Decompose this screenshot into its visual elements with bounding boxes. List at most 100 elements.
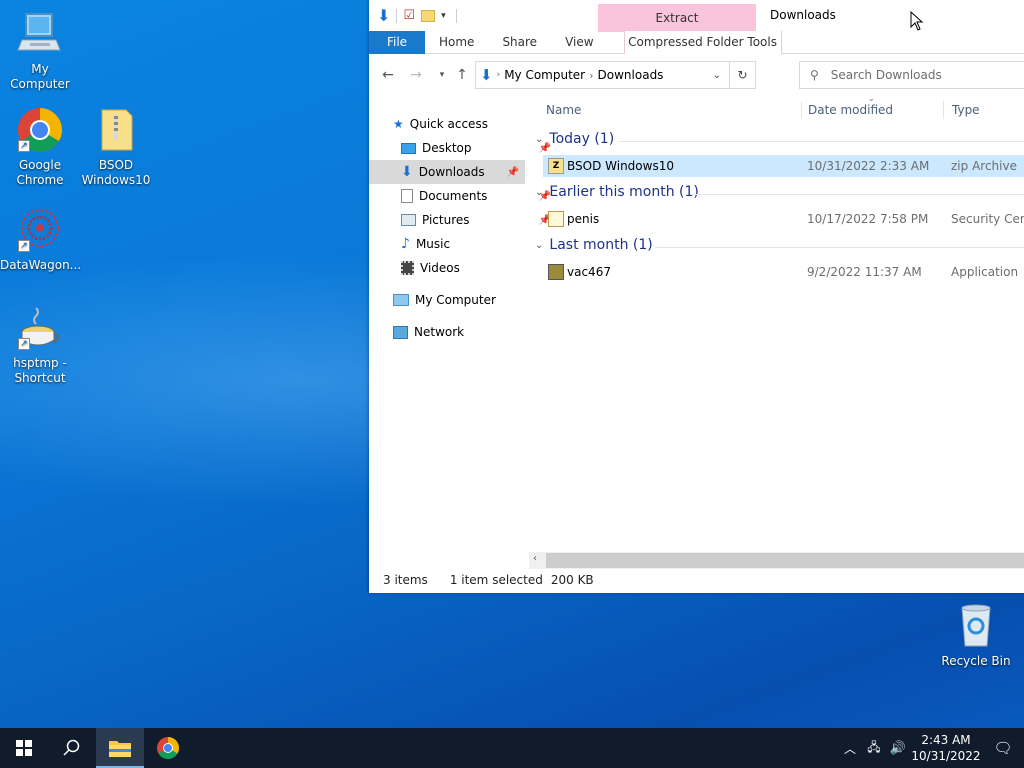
nav-music[interactable]: ♪ Music bbox=[401, 232, 557, 256]
file-type: zip Archive bbox=[951, 159, 1017, 173]
desktop-icon-bsod-folder[interactable]: BSOD Windows10 bbox=[76, 106, 156, 188]
column-header-label: Date modified bbox=[808, 103, 894, 117]
nav-downloads[interactable]: ⬇ Downloads 📌 bbox=[369, 160, 525, 184]
taskbar-file-explorer[interactable] bbox=[96, 728, 144, 768]
start-button[interactable] bbox=[0, 728, 48, 768]
mouse-cursor-icon bbox=[910, 10, 924, 34]
computer-icon bbox=[16, 10, 64, 58]
file-date: 10/17/2022 7:58 PM bbox=[807, 212, 929, 226]
nav-label: My Computer bbox=[415, 293, 496, 307]
file-date: 9/2/2022 11:37 AM bbox=[807, 265, 922, 279]
search-input[interactable]: Search Downloads bbox=[831, 68, 942, 82]
breadcrumb-my-computer[interactable]: My Computer bbox=[500, 68, 589, 82]
column-header-date-modified[interactable]: Date modified bbox=[801, 101, 941, 119]
ribbon-tabs: File Home Share View Compressed Folder T… bbox=[369, 31, 1024, 54]
recent-locations-chevron-icon[interactable]: ▾ bbox=[433, 66, 451, 84]
zip-folder-icon bbox=[92, 106, 140, 154]
desktop-folder-icon bbox=[401, 142, 416, 154]
extract-context-tab[interactable]: Extract bbox=[598, 4, 756, 32]
down-arrow-icon[interactable]: ⬇ bbox=[377, 6, 390, 25]
chevron-down-icon[interactable]: ▾ bbox=[441, 11, 446, 21]
nav-label: Videos bbox=[420, 261, 460, 275]
group-label: Earlier this month (1) bbox=[549, 184, 699, 200]
clock-date: 10/31/2022 bbox=[911, 749, 981, 763]
status-bar: 3 items 1 item selected 200 KB bbox=[383, 573, 594, 587]
breadcrumb-separator-icon: › bbox=[496, 70, 501, 80]
nav-desktop[interactable]: Desktop 📌 bbox=[401, 136, 557, 160]
tab-share[interactable]: Share bbox=[488, 31, 551, 54]
column-header-name[interactable]: Name bbox=[546, 101, 581, 119]
up-arrow-icon[interactable]: ↑ bbox=[453, 66, 471, 84]
file-type: Application bbox=[951, 265, 1019, 279]
tab-view[interactable]: View bbox=[551, 31, 607, 54]
sort-chevron-icon: ⌄ bbox=[868, 94, 875, 103]
chevron-down-icon: ⌄ bbox=[535, 239, 544, 251]
clock[interactable]: 2:43 AM 10/31/2022 bbox=[910, 732, 982, 764]
tab-home[interactable]: Home bbox=[425, 31, 488, 54]
notification-center-icon[interactable]: 🗨 bbox=[982, 739, 1024, 757]
pictures-folder-icon bbox=[401, 214, 416, 226]
horizontal-scrollbar[interactable]: ‹ bbox=[529, 552, 1024, 569]
zip-file-icon: Z bbox=[548, 158, 564, 174]
desktop-icon-label: Google Chrome bbox=[16, 158, 64, 187]
new-folder-icon[interactable] bbox=[421, 9, 436, 22]
properties-icon[interactable]: ☑ bbox=[403, 8, 415, 23]
group-divider bbox=[619, 141, 1024, 142]
nav-quick-access[interactable]: ★ Quick access bbox=[393, 112, 549, 136]
nav-my-computer[interactable]: My Computer bbox=[393, 288, 549, 312]
nav-documents[interactable]: Documents 📌 bbox=[401, 184, 557, 208]
group-header-last-month[interactable]: ⌄ Last month (1) bbox=[535, 237, 653, 253]
desktop-icon-label: BSOD Windows10 bbox=[81, 158, 151, 187]
film-strip-icon bbox=[401, 261, 414, 275]
address-bar[interactable]: ⬇ › My Computer › Downloads ⌄ ↻ bbox=[475, 61, 756, 89]
refresh-icon[interactable]: ↻ bbox=[729, 62, 755, 88]
address-row: ← → ▾ ↑ ⬇ › My Computer › Downloads ⌄ ↻ … bbox=[369, 60, 1024, 90]
breadcrumb-downloads[interactable]: Downloads bbox=[594, 68, 668, 82]
nav-videos[interactable]: Videos bbox=[401, 256, 557, 280]
nav-label: Network bbox=[414, 325, 465, 339]
computer-icon bbox=[393, 294, 409, 306]
desktop-icon-datawagon[interactable]: ↗ DataWagon... bbox=[0, 206, 81, 273]
volume-icon[interactable]: 🔊 bbox=[886, 741, 910, 756]
network-icon bbox=[393, 325, 408, 339]
column-header-type[interactable]: Type bbox=[943, 101, 1024, 119]
star-icon: ★ bbox=[393, 117, 404, 131]
clock-time: 2:43 AM bbox=[921, 733, 971, 747]
show-hidden-icons-chevron-icon[interactable]: ︿ bbox=[838, 740, 862, 757]
scrollbar-thumb[interactable] bbox=[546, 553, 1024, 568]
desktop-icon-hsptmp-shortcut[interactable]: ↗ hsptmp - Shortcut bbox=[0, 304, 80, 386]
application-file-icon bbox=[548, 264, 564, 280]
search-box[interactable]: ⚲ Search Downloads bbox=[799, 61, 1024, 89]
desktop-icon-recycle-bin[interactable]: Recycle Bin bbox=[936, 602, 1016, 669]
coffee-cup-icon: ↗ bbox=[16, 304, 64, 352]
status-item-count: 3 items bbox=[383, 573, 428, 587]
nav-pictures[interactable]: Pictures 📌 bbox=[401, 208, 557, 232]
desktop-icon-google-chrome[interactable]: ↗ Google Chrome bbox=[0, 106, 80, 188]
taskbar-google-chrome[interactable] bbox=[144, 728, 192, 768]
network-icon[interactable]: 🖧 bbox=[862, 738, 886, 759]
scroll-left-arrow-icon[interactable]: ‹ bbox=[533, 553, 537, 564]
desktop-icon-my-computer[interactable]: My Computer bbox=[0, 10, 80, 92]
nav-network[interactable]: Network bbox=[393, 320, 549, 344]
group-header-earlier-this-month[interactable]: ⌄ Earlier this month (1) bbox=[535, 184, 699, 200]
documents-folder-icon bbox=[401, 189, 413, 203]
tab-file[interactable]: File bbox=[369, 31, 425, 54]
tab-compressed-folder-tools[interactable]: Compressed Folder Tools bbox=[623, 31, 782, 54]
shortcut-arrow-icon: ↗ bbox=[18, 240, 30, 252]
address-dropdown-icon[interactable]: ⌄ bbox=[713, 70, 729, 81]
search-icon bbox=[63, 739, 80, 756]
file-type: Security Certif bbox=[951, 212, 1024, 226]
search-button[interactable] bbox=[48, 728, 96, 768]
back-arrow-icon[interactable]: ← bbox=[379, 66, 397, 84]
recycle-bin-icon bbox=[952, 602, 1000, 650]
file-row-penis[interactable]: penis 10/17/2022 7:58 PM Security Certif bbox=[543, 208, 1024, 230]
desktop-icon-label: My Computer bbox=[10, 62, 70, 91]
group-header-today[interactable]: ⌄ Today (1) bbox=[535, 131, 614, 147]
forward-arrow-icon[interactable]: → bbox=[407, 66, 425, 84]
column-header-label: Type bbox=[952, 103, 980, 117]
file-name: penis bbox=[567, 212, 600, 226]
file-row-vac467[interactable]: vac467 9/2/2022 11:37 AM Application bbox=[543, 261, 1024, 283]
pin-icon[interactable]: 📌 bbox=[507, 167, 519, 178]
certificate-file-icon bbox=[548, 211, 564, 227]
file-row-bsod-windows10[interactable]: Z BSOD Windows10 10/31/2022 2:33 AM zip … bbox=[543, 155, 1024, 177]
